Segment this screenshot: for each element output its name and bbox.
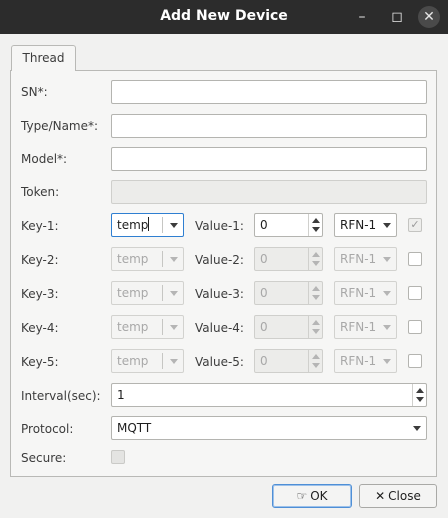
value-4-label: Value-4: [195, 321, 244, 335]
value-2-label: Value-2: [195, 253, 244, 267]
token-input [111, 180, 427, 204]
type-name-input[interactable] [111, 114, 427, 138]
spin-up-icon [312, 252, 320, 257]
format-5-combo: RFN-1 [334, 349, 397, 373]
close-button-label: Close [388, 489, 421, 503]
spin-down-icon [312, 295, 320, 300]
spin-up-icon [312, 354, 320, 359]
key-2-value: temp [117, 252, 149, 266]
model-input[interactable] [111, 147, 427, 171]
chevron-down-icon [170, 359, 178, 364]
token-label: Token: [21, 185, 60, 199]
spin-down-icon [312, 363, 320, 368]
value-3-value: 0 [260, 286, 268, 300]
protocol-label: Protocol: [21, 422, 74, 436]
interval-spinbox[interactable]: 1 [111, 383, 427, 407]
format-2-combo: RFN-1 [334, 247, 397, 271]
chevron-down-icon [383, 257, 391, 262]
format-1-value: RFN-1 [340, 218, 377, 232]
sn-input[interactable] [111, 80, 427, 104]
format-1-combo[interactable]: RFN-1 [334, 213, 397, 237]
interval-label: Interval(sec): [21, 389, 101, 403]
chevron-down-icon [383, 291, 391, 296]
value-1-label: Value-1: [195, 219, 244, 233]
key-5-checkbox[interactable] [408, 354, 422, 368]
key-1-checkbox[interactable]: ✓ [408, 218, 422, 232]
window-close-icon[interactable]: ✕ [418, 6, 440, 28]
hand-ok-icon: ☞ [296, 489, 308, 503]
sn-label: SN*: [21, 85, 48, 99]
chevron-down-icon [383, 223, 391, 228]
key-1-combo[interactable]: temp [111, 213, 184, 237]
text-caret [148, 217, 150, 231]
chevron-down-icon [383, 359, 391, 364]
key-3-label: Key-3: [21, 287, 59, 301]
chevron-down-icon [170, 257, 178, 262]
value-3-label: Value-3: [195, 287, 244, 301]
key-2-checkbox[interactable] [408, 252, 422, 266]
close-button[interactable]: ✕ Close [359, 484, 437, 508]
value-2-value: 0 [260, 252, 268, 266]
value-3-spinbox: 0 [254, 281, 323, 305]
protocol-combo[interactable]: MQTT [111, 416, 427, 440]
value-5-label: Value-5: [195, 355, 244, 369]
format-4-value: RFN-1 [340, 320, 377, 334]
key-4-value: temp [117, 320, 149, 334]
chevron-down-icon [170, 325, 178, 330]
chevron-down-icon [170, 223, 178, 228]
spin-down-icon[interactable] [416, 397, 424, 402]
key-3-value: temp [117, 286, 149, 300]
minimize-icon[interactable]: – [351, 6, 373, 28]
key-4-label: Key-4: [21, 321, 59, 335]
ok-button[interactable]: ☞ OK [272, 484, 352, 508]
key-3-combo: temp [111, 281, 184, 305]
spin-down-icon[interactable] [312, 227, 320, 232]
tab-thread[interactable]: Thread [11, 45, 76, 71]
key-5-value: temp [117, 354, 149, 368]
x-close-icon: ✕ [375, 489, 386, 503]
format-5-value: RFN-1 [340, 354, 377, 368]
maximize-icon[interactable]: ◻ [386, 6, 408, 28]
value-1-spinbox[interactable]: 0 [254, 213, 323, 237]
chevron-down-icon [170, 291, 178, 296]
protocol-value: MQTT [117, 421, 152, 435]
spin-up-icon[interactable] [312, 218, 320, 223]
key-1-value: temp [117, 218, 149, 232]
chevron-down-icon [383, 325, 391, 330]
spin-up-icon[interactable] [416, 388, 424, 393]
key-3-checkbox[interactable] [408, 286, 422, 300]
ok-button-label: OK [310, 489, 328, 503]
spin-down-icon [312, 261, 320, 266]
value-1-value: 0 [260, 218, 268, 232]
value-4-value: 0 [260, 320, 268, 334]
key-4-combo: temp [111, 315, 184, 339]
format-3-value: RFN-1 [340, 286, 377, 300]
format-4-combo: RFN-1 [334, 315, 397, 339]
key-2-combo: temp [111, 247, 184, 271]
spin-up-icon [312, 320, 320, 325]
key-5-label: Key-5: [21, 355, 59, 369]
window-title: Add New Device [160, 8, 288, 24]
value-5-value: 0 [260, 354, 268, 368]
key-4-checkbox[interactable] [408, 320, 422, 334]
key-2-label: Key-2: [21, 253, 59, 267]
window-titlebar: Add New Device – ◻ ✕ [0, 0, 448, 34]
format-3-combo: RFN-1 [334, 281, 397, 305]
spin-up-icon [312, 286, 320, 291]
interval-value: 1 [117, 388, 125, 402]
chevron-down-icon [413, 426, 421, 431]
value-5-spinbox: 0 [254, 349, 323, 373]
type-name-label: Type/Name*: [21, 119, 99, 133]
model-label: Model*: [21, 152, 68, 166]
format-2-value: RFN-1 [340, 252, 377, 266]
key-5-combo: temp [111, 349, 184, 373]
spin-down-icon [312, 329, 320, 334]
secure-checkbox [111, 450, 125, 464]
secure-label: Secure: [21, 451, 67, 465]
tab-label: Thread [22, 51, 65, 65]
value-2-spinbox: 0 [254, 247, 323, 271]
key-1-label: Key-1: [21, 219, 59, 233]
value-4-spinbox: 0 [254, 315, 323, 339]
